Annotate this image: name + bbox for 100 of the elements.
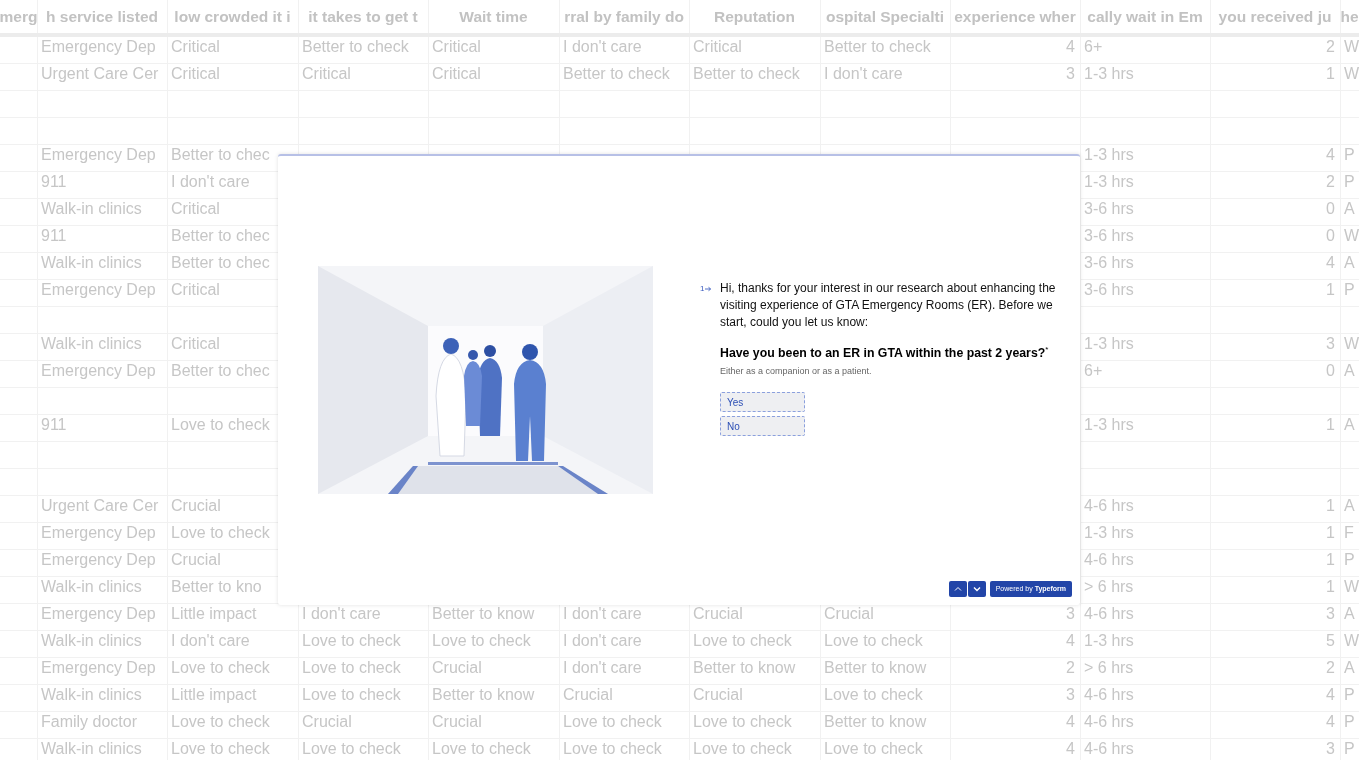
table-cell: Love to check [563, 712, 662, 731]
column-header: low crowded it i [174, 7, 291, 26]
table-cell: Critical [171, 64, 220, 83]
table-cell: Love to check [302, 685, 401, 704]
table-cell: A [1344, 658, 1355, 677]
table-cell: 4-6 hrs [1084, 604, 1134, 623]
table-cell: 1 [1326, 523, 1335, 542]
table-cell: Little impact [171, 685, 257, 704]
table-cell: Love to check [824, 631, 923, 650]
table-cell: 3-6 hrs [1084, 280, 1134, 299]
table-cell: Better to know [432, 685, 535, 704]
table-cell: A [1344, 415, 1355, 434]
column-header: it takes to get t [308, 7, 418, 26]
table-cell: P [1344, 685, 1355, 704]
table-cell: Better to kno [171, 577, 262, 596]
table-cell: P [1344, 550, 1355, 569]
table-cell: Crucial [563, 685, 613, 704]
table-cell: W [1344, 37, 1359, 56]
table-cell: I don't care [171, 172, 250, 191]
table-cell: Walk-in clinics [41, 577, 142, 596]
table-cell: Walk-in clinics [41, 199, 142, 218]
table-cell: Urgent Care Cer [41, 496, 159, 515]
table-cell: Love to check [824, 685, 923, 704]
chevron-up-icon [953, 586, 962, 592]
table-cell: Emergency Dep [41, 658, 156, 677]
table-cell: I don't care [563, 37, 642, 56]
next-button[interactable] [967, 581, 986, 597]
table-cell: 4 [1066, 712, 1075, 731]
column-header: merg [0, 7, 38, 26]
table-cell: Walk-in clinics [41, 685, 142, 704]
table-cell: I don't care [563, 658, 642, 677]
table-cell: P [1344, 712, 1355, 731]
table-cell: 1-3 hrs [1084, 172, 1134, 191]
table-cell: Critical [432, 37, 481, 56]
question-number: 1 [700, 284, 705, 294]
table-cell: Better to know [693, 658, 796, 677]
table-cell: 4 [1326, 253, 1335, 272]
column-header: h service listed [46, 7, 158, 26]
table-cell: Emergency Dep [41, 280, 156, 299]
table-cell: 4-6 hrs [1084, 550, 1134, 569]
table-cell: A [1344, 604, 1355, 623]
table-cell: F [1344, 523, 1354, 542]
table-cell: Crucial [171, 550, 221, 569]
table-cell: I don't care [563, 604, 642, 623]
table-cell: Emergency Dep [41, 550, 156, 569]
column-header: rral by family do [564, 7, 684, 26]
table-cell: Family doctor [41, 712, 138, 731]
table-cell: 4 [1326, 145, 1335, 164]
table-cell: Love to check [302, 631, 401, 650]
table-cell: 1 [1326, 64, 1335, 83]
table-cell: Crucial [302, 712, 352, 731]
table-cell: Critical [171, 280, 220, 299]
table-cell: 1 [1326, 577, 1335, 596]
table-cell: Urgent Care Cer [41, 64, 159, 83]
table-cell: 3-6 hrs [1084, 226, 1134, 245]
table-cell: A [1344, 496, 1355, 515]
table-cell: A [1344, 199, 1355, 218]
table-cell: 2 [1326, 37, 1335, 56]
table-cell: 1 [1326, 415, 1335, 434]
table-cell: Critical [693, 37, 742, 56]
previous-button[interactable] [948, 581, 967, 597]
table-cell: Love to check [171, 739, 270, 758]
table-cell: 0 [1326, 226, 1335, 245]
table-cell: Love to check [432, 739, 531, 758]
table-cell: 0 [1326, 199, 1335, 218]
table-cell: 4 [1066, 739, 1075, 758]
table-cell: Better to check [824, 37, 931, 56]
table-cell: 1 [1326, 496, 1335, 515]
table-cell: Better to chec [171, 253, 270, 272]
table-cell: 5 [1326, 631, 1335, 650]
answer-option[interactable]: No [720, 416, 805, 437]
table-cell: 1 [1326, 280, 1335, 299]
table-cell: Love to check [302, 658, 401, 677]
table-cell: 1-3 hrs [1084, 64, 1134, 83]
table-cell: 3-6 hrs [1084, 199, 1134, 218]
answer-option[interactable]: Yes [720, 392, 805, 413]
column-header: cally wait in Em [1087, 7, 1203, 26]
table-cell: Crucial [432, 658, 482, 677]
table-cell: Love to check [302, 739, 401, 758]
table-cell: 3-6 hrs [1084, 253, 1134, 272]
table-cell: 3 [1326, 334, 1335, 353]
chevron-down-icon [972, 586, 981, 592]
question-text: Have you been to an ER in GTA within the past 2 years?$^{*}$ [720, 345, 1050, 361]
table-cell: Emergency Dep [41, 145, 156, 164]
table-cell: 1-3 hrs [1084, 631, 1134, 650]
table-cell: W [1344, 334, 1359, 353]
table-cell: Emergency Dep [41, 37, 156, 56]
table-cell: Better to check [302, 37, 409, 56]
table-cell: 4-6 hrs [1084, 496, 1134, 515]
table-cell: Love to check [824, 739, 923, 758]
table-cell: Little impact [171, 604, 257, 623]
question-description: Either as a companion or as a patient. [720, 366, 873, 377]
table-cell: 3 [1326, 739, 1335, 758]
table-cell: Crucial [693, 604, 743, 623]
arrow-icon [705, 286, 713, 292]
table-cell: Better to chec [171, 361, 270, 380]
table-cell: Love to check [693, 712, 792, 731]
table-cell: Better to chec [171, 226, 270, 245]
table-cell: 2 [1326, 172, 1335, 191]
table-cell: Walk-in clinics [41, 253, 142, 272]
